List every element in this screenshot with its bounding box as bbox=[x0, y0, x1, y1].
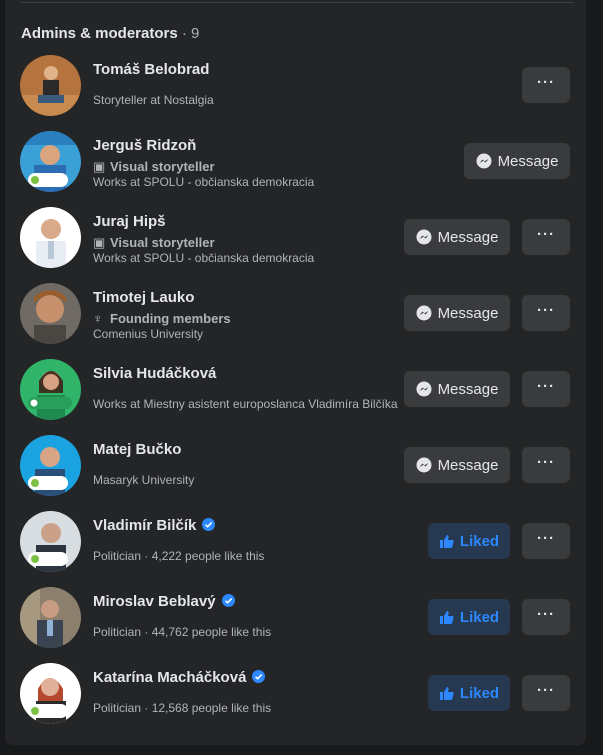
message-button[interactable]: Message bbox=[464, 143, 570, 179]
verified-badge-icon bbox=[202, 517, 216, 531]
avatar[interactable] bbox=[20, 511, 81, 572]
member-role: ▣ Visual storyteller bbox=[93, 235, 215, 251]
message-button-label: Message bbox=[437, 304, 499, 322]
member-subtitle: Politician · 4,222 people like this bbox=[93, 549, 265, 563]
liked-button[interactable]: Liked bbox=[428, 599, 510, 635]
section-count: · 9 bbox=[181, 25, 200, 42]
message-button[interactable]: Message bbox=[404, 295, 510, 331]
section-title: Admins & moderators · 9 bbox=[21, 25, 199, 42]
avatar[interactable] bbox=[20, 283, 81, 344]
verified-badge-icon bbox=[221, 593, 235, 607]
more-dots-icon: ··· bbox=[537, 377, 555, 395]
message-button[interactable]: Message bbox=[404, 447, 510, 483]
list-item: Tomáš Belobrad Storyteller at Nostalgia … bbox=[5, 55, 586, 131]
member-subtitle: Works at Miestny asistent europoslanca V… bbox=[93, 397, 398, 411]
member-subtitle: Masaryk University bbox=[93, 473, 195, 487]
message-button-label: Message bbox=[497, 152, 559, 170]
liked-button[interactable]: Liked bbox=[428, 523, 510, 559]
message-button-label: Message bbox=[437, 380, 499, 398]
member-name-label: Katarína Macháčková bbox=[93, 669, 247, 686]
member-subtitle: Politician · 44,762 people like this bbox=[93, 625, 272, 639]
liked-button-label: Liked bbox=[459, 532, 500, 550]
message-button-label: Message bbox=[437, 456, 499, 474]
liked-button-label: Liked bbox=[459, 608, 500, 626]
messenger-icon bbox=[476, 153, 492, 169]
member-subtitle: Politician · 12,568 people like this bbox=[93, 701, 272, 715]
more-options-button[interactable]: ··· bbox=[522, 219, 570, 255]
more-options-button[interactable]: ··· bbox=[522, 447, 570, 483]
more-options-button[interactable]: ··· bbox=[522, 675, 570, 711]
more-options-button[interactable]: ··· bbox=[522, 371, 570, 407]
member-role: ▣ Visual storyteller bbox=[93, 159, 215, 175]
avatar[interactable] bbox=[20, 359, 81, 420]
more-dots-icon: ··· bbox=[537, 453, 555, 471]
member-name[interactable]: Jerguš Ridzoň bbox=[93, 137, 196, 154]
more-dots-icon: ··· bbox=[537, 301, 555, 319]
verified-badge-icon bbox=[252, 669, 266, 683]
message-button-label: Message bbox=[437, 228, 499, 246]
member-name-label: Miroslav Beblavý bbox=[93, 593, 216, 610]
list-item: Timotej Lauko ♆ Founding members Comenius… bbox=[5, 283, 586, 359]
messenger-icon bbox=[416, 457, 432, 473]
messenger-icon bbox=[416, 229, 432, 245]
more-options-button[interactable]: ··· bbox=[522, 599, 570, 635]
avatar[interactable] bbox=[20, 435, 81, 496]
more-dots-icon: ··· bbox=[537, 225, 555, 243]
member-role: ♆ Founding members bbox=[93, 311, 231, 326]
more-options-button[interactable]: ··· bbox=[522, 295, 570, 331]
sprout-icon: ♆ bbox=[93, 311, 103, 326]
member-role-label: Visual storyteller bbox=[110, 235, 215, 250]
member-subtitle: Works at SPOLU - občianska demokracia bbox=[93, 175, 315, 189]
avatar[interactable] bbox=[20, 55, 81, 116]
thumbs-up-icon bbox=[439, 535, 454, 548]
list-item: Miroslav Beblavý Politician · 44,762 peo… bbox=[5, 587, 586, 663]
member-role-label: Visual storyteller bbox=[110, 159, 215, 174]
more-options-button[interactable]: ··· bbox=[522, 523, 570, 559]
admins-panel: Admins & moderators · 9 Tomáš Belobrad S… bbox=[5, 0, 586, 745]
more-dots-icon: ··· bbox=[537, 529, 555, 547]
thumbs-up-icon bbox=[439, 611, 454, 624]
message-button[interactable]: Message bbox=[404, 371, 510, 407]
avatar[interactable] bbox=[20, 663, 81, 724]
storyteller-icon: ▣ bbox=[93, 159, 106, 174]
list-item: Juraj Hipš ▣ Visual storyteller Works at … bbox=[5, 207, 586, 283]
member-subtitle: Storyteller at Nostalgia bbox=[93, 93, 214, 107]
thumbs-up-icon bbox=[439, 687, 454, 700]
avatar[interactable] bbox=[20, 587, 81, 648]
divider bbox=[21, 2, 574, 3]
more-dots-icon: ··· bbox=[537, 605, 555, 623]
more-options-button[interactable]: ··· bbox=[522, 67, 570, 103]
member-name[interactable]: Timotej Lauko bbox=[93, 289, 194, 306]
member-subtitle: Works at SPOLU - občianska demokracia bbox=[93, 251, 315, 265]
list-item: Vladimír Bilčík Politician · 4,222 peopl… bbox=[5, 511, 586, 587]
section-title-label: Admins & moderators bbox=[21, 25, 178, 42]
member-name[interactable]: Tomáš Belobrad bbox=[93, 61, 209, 78]
more-dots-icon: ··· bbox=[537, 681, 555, 699]
liked-button[interactable]: Liked bbox=[428, 675, 510, 711]
member-name[interactable]: Katarína Macháčková bbox=[93, 669, 266, 686]
messenger-icon bbox=[416, 305, 432, 321]
avatar[interactable] bbox=[20, 131, 81, 192]
member-name[interactable]: Juraj Hipš bbox=[93, 213, 166, 230]
member-role-label: Founding members bbox=[110, 311, 231, 326]
member-name[interactable]: Matej Bučko bbox=[93, 441, 181, 458]
messenger-icon bbox=[416, 381, 432, 397]
member-name-label: Vladimír Bilčík bbox=[93, 517, 197, 534]
storyteller-icon: ▣ bbox=[93, 235, 106, 250]
message-button[interactable]: Message bbox=[404, 219, 510, 255]
member-name[interactable]: Silvia Hudáčková bbox=[93, 365, 216, 382]
list-item: Matej Bučko Masaryk University Message ·… bbox=[5, 435, 586, 511]
list-item: Katarína Macháčková Politician · 12,568 … bbox=[5, 663, 586, 739]
avatar[interactable] bbox=[20, 207, 81, 268]
member-name[interactable]: Vladimír Bilčík bbox=[93, 517, 216, 534]
member-subtitle: Comenius University bbox=[93, 327, 204, 341]
list-item: Silvia Hudáčková Works at Miestny asiste… bbox=[5, 359, 586, 435]
liked-button-label: Liked bbox=[459, 684, 500, 702]
more-dots-icon: ··· bbox=[537, 73, 555, 91]
list-item: Jerguš Ridzoň ▣ Visual storyteller Works … bbox=[5, 131, 586, 207]
member-name[interactable]: Miroslav Beblavý bbox=[93, 593, 235, 610]
